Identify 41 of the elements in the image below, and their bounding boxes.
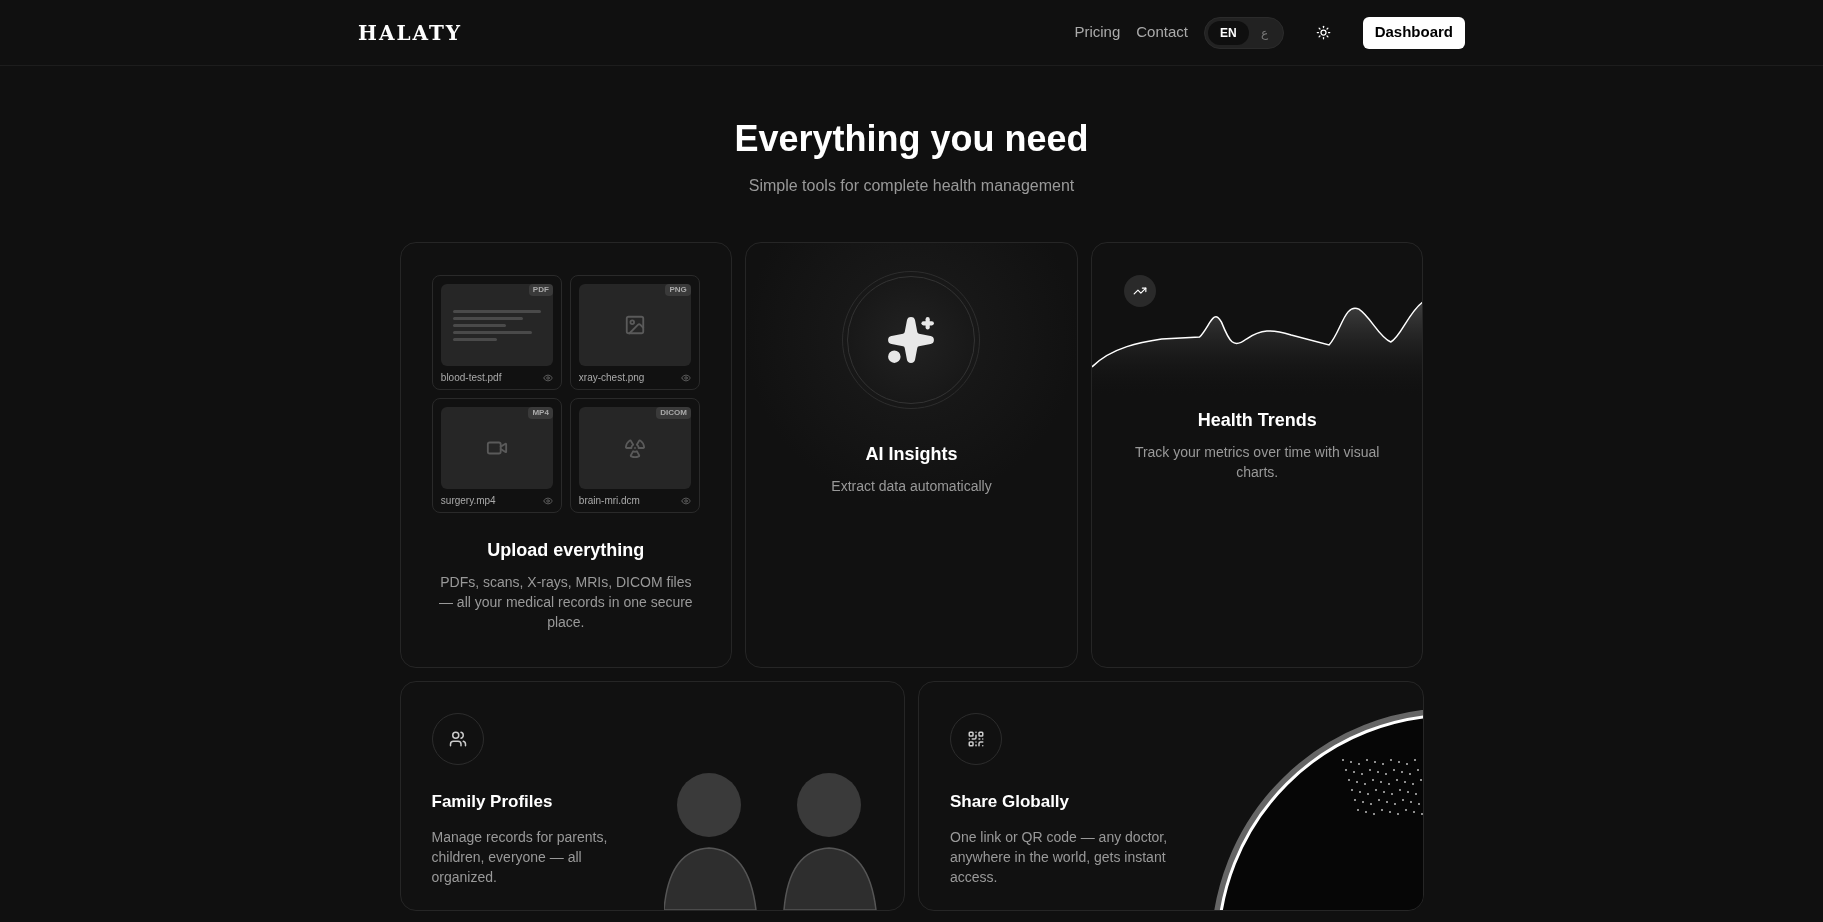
card-description: Extract data automatically (831, 477, 992, 496)
file-type-badge: PNG (665, 284, 691, 296)
file-card[interactable]: DICOM brain-mri.dcm (569, 398, 700, 513)
card-description: One link or QR code — any doctor, anywhere in the world, gets instant access. (950, 827, 1169, 887)
file-name: xray-chest.png (578, 371, 645, 385)
file-name: surgery.mp4 (440, 494, 496, 508)
qr-code-icon (967, 730, 985, 748)
file-card[interactable]: MP4 surgery.mp4 (431, 398, 562, 513)
logo[interactable]: HALATY (358, 17, 463, 48)
file-type-badge: PDF (528, 284, 553, 296)
card-description: Manage records for parents, children, everyone — all organized. (431, 827, 609, 887)
eye-icon[interactable] (542, 372, 553, 383)
card-title: Upload everything (487, 539, 645, 562)
users-icon (448, 730, 467, 748)
image-icon (623, 314, 646, 336)
sparkle-icon (886, 315, 937, 365)
file-card[interactable]: PDF blood-test.pdf (431, 275, 562, 390)
dashboard-button[interactable]: Dashboard (1362, 16, 1465, 49)
section-subtitle: Simple tools for complete health management (748, 176, 1075, 196)
card-description: Track your metrics over time with visual charts. (1133, 443, 1381, 482)
file-card[interactable]: PNG xray-chest.png (569, 275, 700, 390)
nav-link[interactable]: Contact (1136, 21, 1188, 44)
eye-icon[interactable] (680, 495, 691, 506)
file-type-badge: MP4 (528, 407, 553, 419)
file-name: brain-mri.dcm (578, 494, 640, 508)
language-option[interactable]: ع (1248, 20, 1280, 45)
file-name: blood-test.pdf (440, 371, 502, 385)
card-title: Family Profiles (431, 791, 554, 813)
card-title: AI Insights (865, 443, 958, 466)
document-lines-icon (452, 309, 541, 341)
radiation-icon (623, 437, 646, 459)
eye-icon[interactable] (542, 495, 553, 506)
nav-link[interactable]: Pricing (1074, 21, 1121, 44)
section-title: Everything you need (734, 117, 1089, 161)
eye-icon[interactable] (680, 372, 691, 383)
theme-toggle-icon[interactable] (1315, 25, 1331, 40)
card-description: PDFs, scans, X-rays, MRIs, DICOM files — all your medical records in one secure place. (438, 573, 694, 632)
file-type-badge: DICOM (656, 407, 691, 419)
card-title: Share Globally (950, 791, 1071, 813)
card-title: Health Trends (1197, 409, 1317, 432)
language-option[interactable]: EN (1207, 20, 1249, 45)
